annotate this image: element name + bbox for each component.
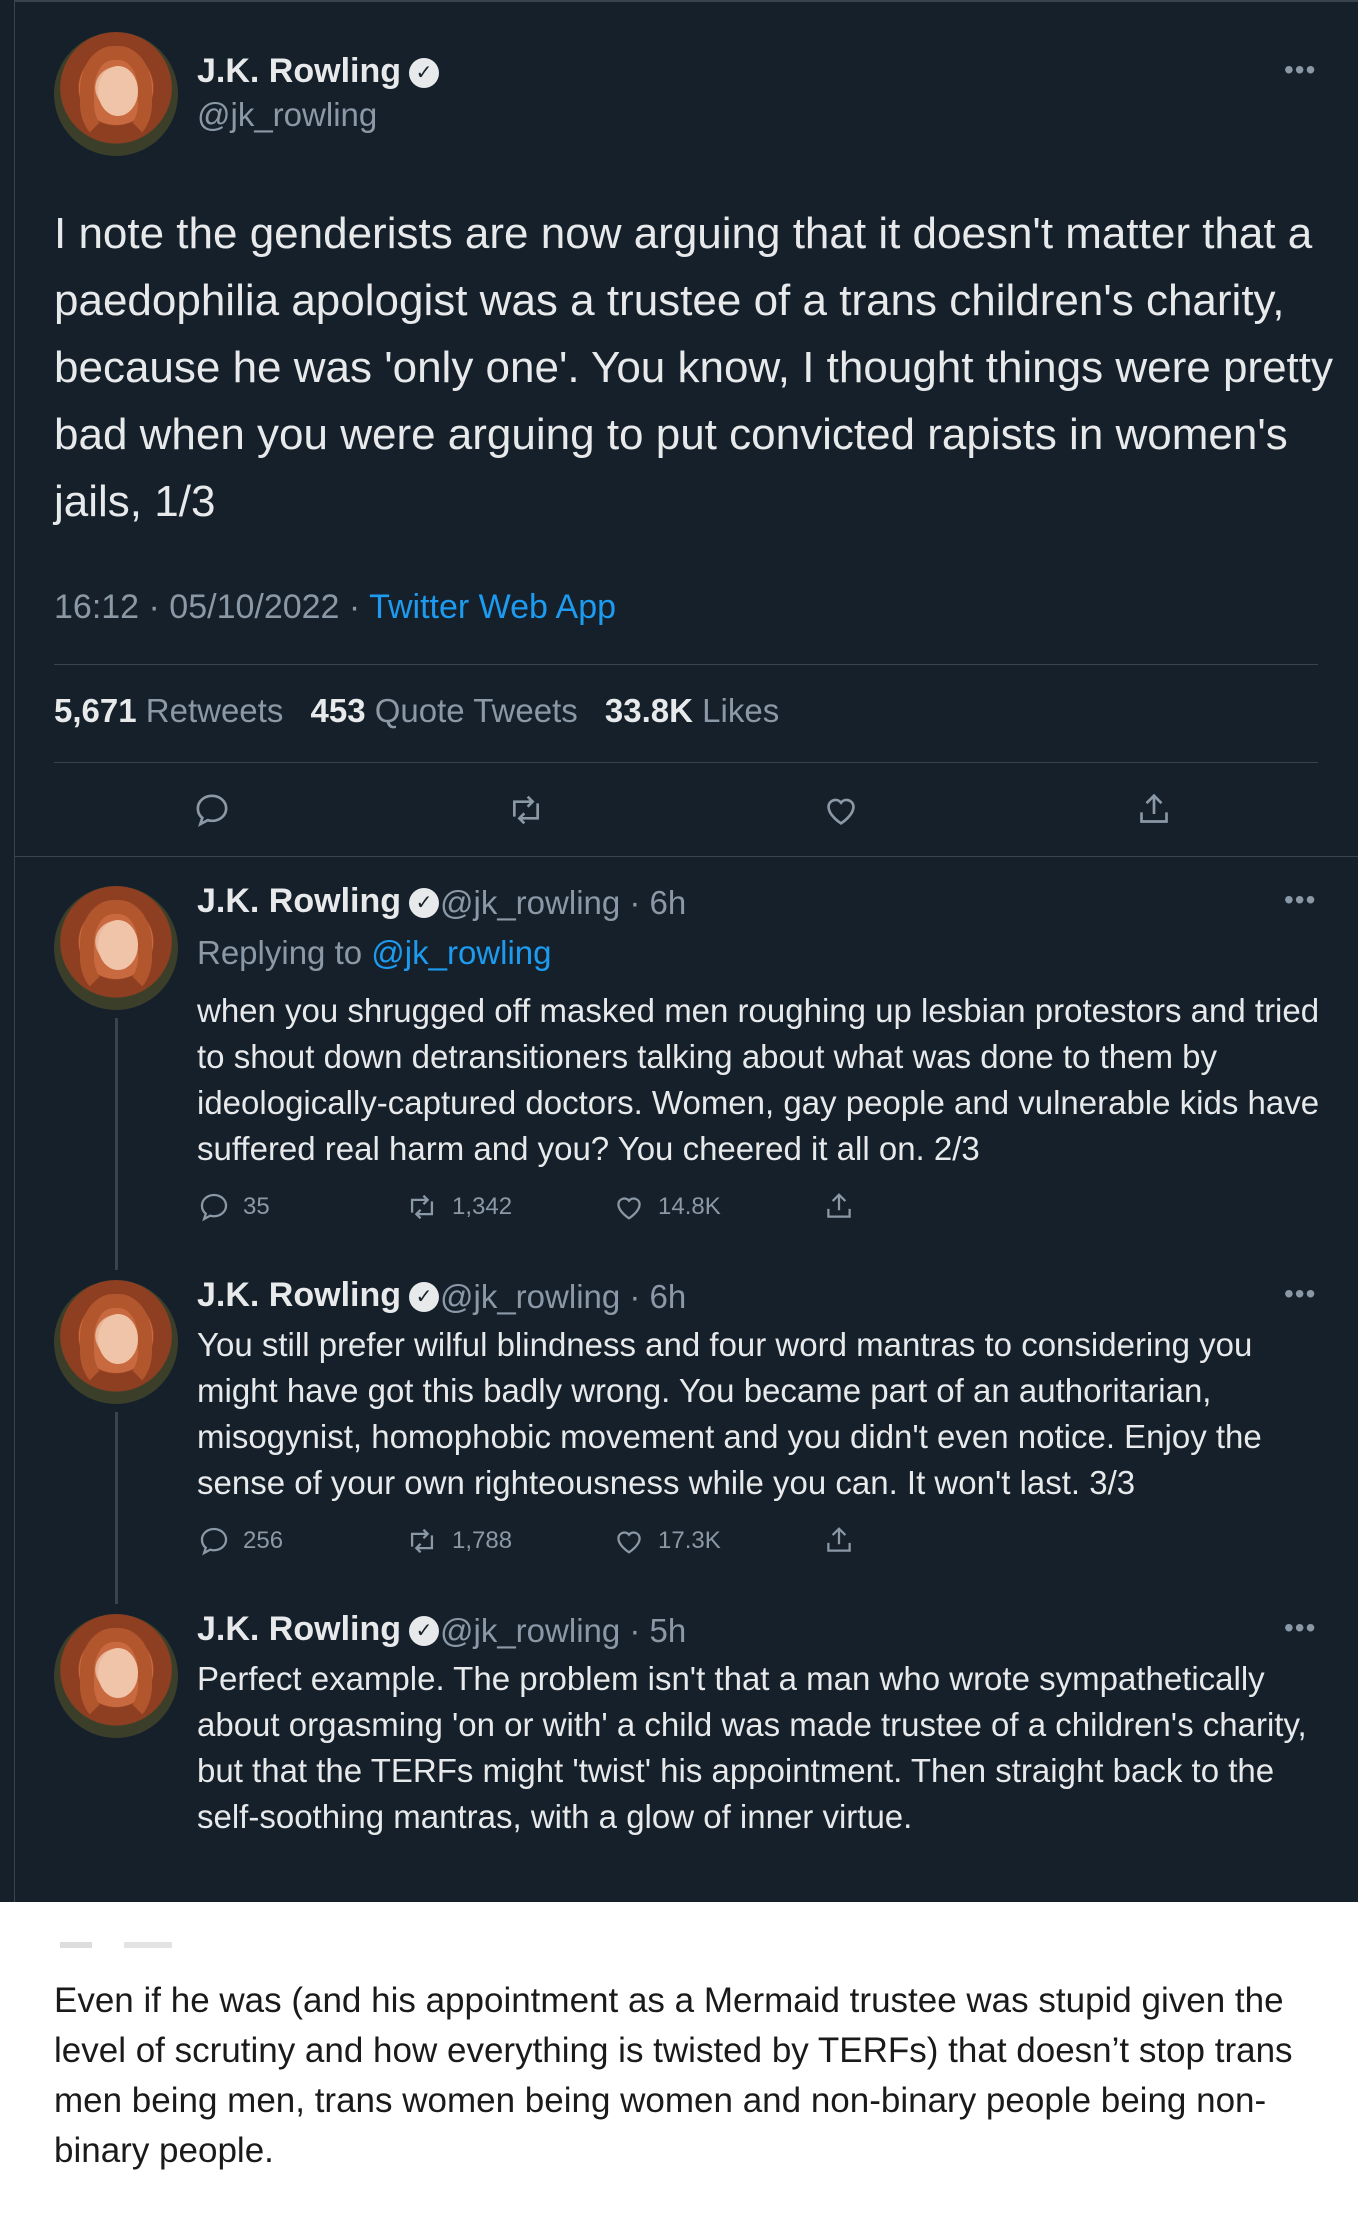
tweet-timestamp: 16:12 · 05/10/2022 · Twitter Web App [54,588,617,626]
tweet-text: I note the genderists are now arguing th… [54,209,1333,526]
divider [54,762,1318,763]
share-icon [827,1527,851,1552]
source-link[interactable]: Twitter Web App [369,588,616,626]
share-icon [827,1193,851,1218]
like-action[interactable]: 14.8K [612,1190,721,1224]
author-handle[interactable]: @jk_rowling [197,96,377,134]
reply-icon[interactable] [192,790,232,830]
like-icon [617,1197,641,1220]
thread-connector [115,1018,118,1270]
panel-left-border [14,0,15,1902]
share-icon[interactable] [1134,788,1174,830]
tweet-stats: 5,671 Retweets 453 Quote Tweets 33.8K Li… [54,692,780,729]
author-name[interactable]: J.K. Rowling ✓ [197,882,439,921]
more-options-icon[interactable]: ••• [1284,1278,1316,1310]
verified-badge-icon: ✓ [409,58,439,88]
divider [14,856,1358,857]
author-name[interactable]: J.K. Rowling ✓ [197,1276,439,1315]
panel-top-border [14,0,1358,2]
like-icon [617,1531,641,1554]
reply-icon [200,1193,228,1222]
reply-action[interactable]: 256 [197,1524,283,1558]
author-handle-time[interactable]: @jk_rowling · 6h [440,1278,686,1316]
retweet-action[interactable]: 1,788 [404,1524,512,1558]
tweet-text: when you shrugged off masked men roughin… [197,992,1320,1167]
share-action[interactable] [822,1188,868,1224]
avatar[interactable] [54,32,178,156]
cropped-header-remnant [60,1942,220,1948]
replying-handle-link[interactable]: @jk_rowling [371,934,551,971]
author-handle-time[interactable]: @jk_rowling · 6h [440,884,686,922]
divider [54,664,1318,665]
retweet-action[interactable]: 1,342 [404,1190,512,1224]
avatar[interactable] [54,1614,178,1738]
more-options-icon[interactable]: ••• [1284,1612,1316,1644]
verified-badge-icon: ✓ [409,1616,439,1646]
avatar[interactable] [54,1280,178,1404]
verified-badge-icon: ✓ [409,888,439,918]
replying-to: Replying to @jk_rowling [197,934,552,971]
tweet-text: You still prefer wilful blindness and fo… [197,1326,1262,1501]
author-name[interactable]: J.K. Rowling ✓ [197,1610,439,1649]
author-handle-time[interactable]: @jk_rowling · 5h [440,1612,686,1650]
author-name[interactable]: J.K. Rowling ✓ [197,52,439,91]
retweet-icon [410,1528,434,1554]
share-action[interactable] [822,1522,868,1558]
reply-action[interactable]: 35 [197,1190,270,1224]
retweet-icon[interactable] [505,790,547,830]
more-options-icon[interactable]: ••• [1284,54,1316,86]
quoted-post-text: Even if he was (and his appointment as a… [54,1981,1293,2170]
avatar[interactable] [54,886,178,1010]
retweet-icon [410,1194,434,1220]
thread-connector [115,1412,118,1604]
like-icon[interactable] [821,790,861,830]
tweet-thread-panel: J.K. Rowling ✓ @jk_rowling ••• I note the… [0,0,1358,1902]
tweet-text: Perfect example. The problem isn't that … [197,1660,1307,1835]
reply-icon [200,1527,228,1556]
more-options-icon[interactable]: ••• [1284,884,1316,916]
verified-badge-icon: ✓ [409,1282,439,1312]
like-action[interactable]: 17.3K [612,1524,721,1558]
